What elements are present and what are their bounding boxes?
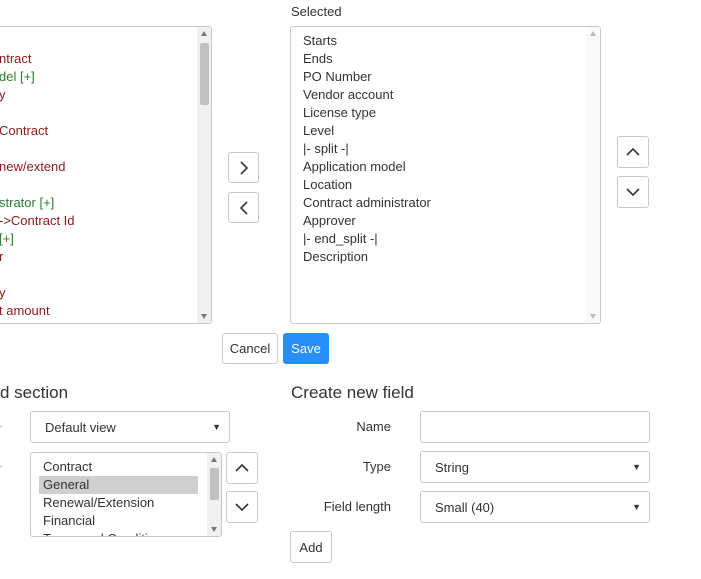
chevron-down-icon: [235, 503, 249, 512]
field-length-select-value: Small (40): [435, 499, 495, 515]
type-label: Type: [362, 459, 391, 474]
section-item-selected[interactable]: General: [39, 476, 198, 494]
selected-field-item[interactable]: Description: [303, 248, 368, 266]
scroll-down-arrow-icon[interactable]: [590, 314, 596, 319]
section-item[interactable]: Financial: [41, 512, 95, 530]
selected-field-item[interactable]: Level: [303, 122, 334, 140]
sections-list-scrollbar[interactable]: [207, 453, 221, 536]
available-field-item[interactable]: y: [0, 86, 6, 104]
available-field-item[interactable]: Contract: [0, 122, 48, 140]
selected-list-header: Selected: [291, 4, 342, 19]
chevron-down-icon: [626, 188, 640, 197]
chevron-up-icon: [626, 147, 640, 156]
section-item[interactable]: Renewal/Extension: [41, 494, 154, 512]
selected-field-item[interactable]: License type: [303, 104, 376, 122]
available-field-item[interactable]: y: [0, 284, 6, 302]
scroll-thumb[interactable]: [200, 43, 209, 105]
type-select-value: String: [435, 459, 469, 475]
selected-field-item[interactable]: Ends: [303, 50, 333, 68]
scroll-thumb[interactable]: [210, 468, 219, 500]
section-label-marker: [0, 426, 2, 427]
available-field-item[interactable]: strator [+]: [0, 194, 54, 212]
view-select-value: Default view: [45, 419, 116, 435]
available-field-item[interactable]: ntract: [0, 50, 32, 68]
available-field-item[interactable]: t amount: [0, 302, 50, 320]
section-move-up-button[interactable]: [226, 452, 258, 484]
view-select[interactable]: Default view ▼: [30, 411, 230, 443]
caret-down-icon: ▼: [212, 422, 221, 432]
scroll-up-arrow-icon[interactable]: [211, 457, 217, 462]
available-list-scrollbar[interactable]: [197, 27, 211, 323]
available-field-item[interactable]: del [+]: [0, 68, 35, 86]
selected-list-scrollbar[interactable]: [586, 27, 600, 323]
caret-down-icon: ▼: [632, 502, 641, 512]
selected-fields-list[interactable]: Starts Ends PO Number Vendor account License…: [290, 26, 601, 324]
available-field-item[interactable]: ->Contract Id: [0, 212, 75, 230]
name-input[interactable]: [420, 411, 650, 443]
create-field-title: Create new field: [291, 383, 414, 402]
chevron-right-icon: [239, 160, 248, 175]
scroll-up-arrow-icon[interactable]: [590, 31, 596, 36]
section-panel-title: d section: [0, 383, 69, 402]
scroll-down-arrow-icon[interactable]: [201, 314, 207, 319]
caret-down-icon: ▼: [632, 462, 641, 472]
selected-field-item[interactable]: Starts: [303, 32, 337, 50]
selected-field-item[interactable]: Approver: [303, 212, 356, 230]
selected-field-item[interactable]: Contract administrator: [303, 194, 431, 212]
selected-field-item[interactable]: Vendor account: [303, 86, 393, 104]
selected-field-item[interactable]: |- split -|: [303, 140, 349, 158]
section-move-down-button[interactable]: [226, 491, 258, 523]
cancel-button[interactable]: Cancel: [222, 333, 278, 364]
scroll-up-arrow-icon[interactable]: [201, 31, 207, 36]
add-field-button[interactable]: Add: [290, 531, 332, 563]
section-label-marker: [0, 466, 2, 467]
save-button[interactable]: Save: [283, 333, 329, 364]
sections-list[interactable]: Contract General Renewal/Extension Financia…: [30, 452, 222, 537]
section-item[interactable]: Terms and Conditions: [41, 530, 169, 536]
selected-field-item[interactable]: PO Number: [303, 68, 372, 86]
available-fields-list[interactable]: ntractdel [+]yContractnew/extendstrator …: [0, 26, 212, 324]
chevron-up-icon: [235, 463, 249, 472]
selected-field-item[interactable]: |- end_split -|: [303, 230, 378, 248]
name-label: Name: [356, 419, 391, 434]
type-select[interactable]: String ▼: [420, 451, 650, 483]
add-to-selected-button[interactable]: [228, 152, 259, 183]
field-length-label: Field length: [323, 499, 391, 514]
remove-from-selected-button[interactable]: [228, 192, 259, 223]
move-up-button[interactable]: [617, 136, 649, 168]
available-field-item[interactable]: new/extend: [0, 158, 66, 176]
chevron-left-icon: [239, 200, 248, 215]
section-item[interactable]: Contract: [41, 458, 92, 476]
selected-field-item[interactable]: Location: [303, 176, 352, 194]
available-field-item[interactable]: r: [0, 248, 3, 266]
move-down-button[interactable]: [617, 176, 649, 208]
available-field-item[interactable]: [+]: [0, 230, 14, 248]
scroll-down-arrow-icon[interactable]: [211, 527, 217, 532]
selected-field-item[interactable]: Application model: [303, 158, 406, 176]
field-length-select[interactable]: Small (40) ▼: [420, 491, 650, 523]
